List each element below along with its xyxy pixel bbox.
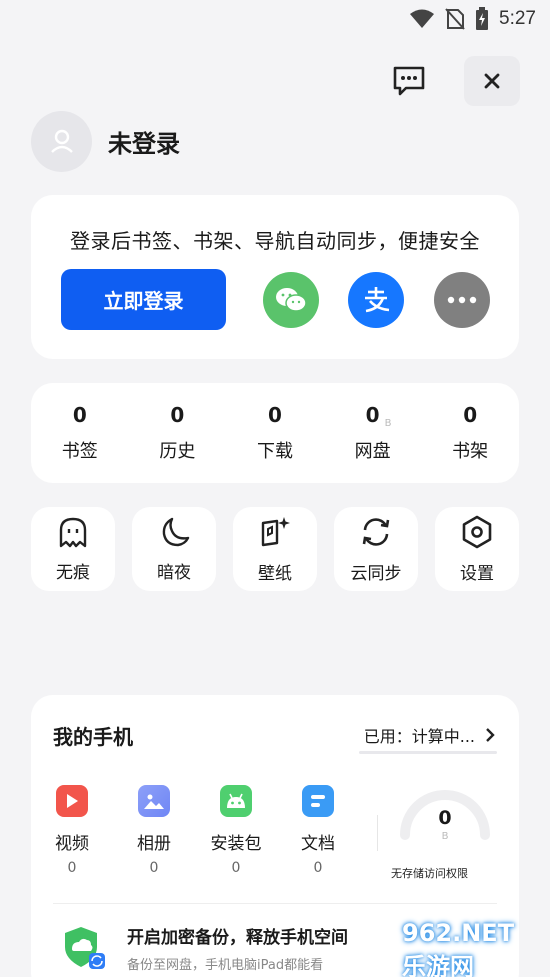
alipay-icon: [365, 287, 390, 313]
category-label: 安装包: [210, 834, 262, 854]
stat-unit: B: [384, 418, 392, 429]
category-label: 视频: [55, 834, 89, 854]
clock: 5:27: [499, 8, 536, 29]
category-label: 文档: [301, 834, 335, 854]
tool-label: 无痕: [56, 562, 90, 583]
sync-icon: [362, 517, 390, 546]
no-storage-permission[interactable]: 无存储访问权限: [391, 865, 468, 881]
tool-label: 壁纸: [258, 563, 292, 584]
category-photos[interactable]: 相册 0: [113, 785, 195, 876]
profile-name[interactable]: 未登录: [108, 124, 180, 159]
stat-label: 书签: [61, 441, 98, 462]
stat-history[interactable]: 0 历史: [129, 383, 227, 483]
stats-card: 0 书签 0 历史 0 下载 0B 网盘 0 书架: [31, 383, 519, 483]
backup-subtitle: 备份至网盘，手机电脑iPad都能看: [127, 958, 324, 973]
stat-bookshelf[interactable]: 0 书架: [421, 383, 519, 483]
more-icon: [447, 296, 477, 304]
moon-icon: [162, 517, 190, 546]
stat-bookmarks[interactable]: 0 书签: [31, 383, 129, 483]
user-icon: [50, 129, 73, 153]
ghost-icon: [59, 517, 87, 547]
watermark-logo: 962.NET 乐游网: [402, 918, 515, 977]
message-button[interactable]: [388, 60, 430, 102]
stat-value: 0: [268, 403, 282, 427]
stat-label: 网盘: [354, 441, 391, 462]
quick-tools: 无痕 暗夜 壁纸 云同步 设置: [31, 507, 519, 591]
category-count: 0: [313, 860, 323, 876]
gauge-value: 0: [438, 807, 452, 829]
category-label: 相册: [137, 834, 171, 854]
storage-progress-bar: [359, 751, 497, 754]
my-phone-title: 我的手机: [53, 725, 133, 749]
divider: [53, 903, 497, 904]
more-login-button[interactable]: [434, 272, 490, 328]
tool-label: 设置: [460, 563, 494, 584]
close-button[interactable]: [464, 56, 520, 106]
divider: [377, 815, 378, 851]
stat-value: 0: [72, 403, 87, 427]
wechat-login-button[interactable]: [263, 272, 319, 328]
cloud-shield-icon: [65, 927, 105, 969]
video-icon: [56, 785, 88, 817]
wallpaper-icon: [261, 516, 290, 546]
profile-header[interactable]: 未登录: [31, 110, 180, 172]
stat-downloads[interactable]: 0 下载: [226, 383, 324, 483]
storage-used-label: 已用：计算中...: [363, 727, 475, 746]
login-tip: 登录后书签、书架、导航自动同步，便捷安全: [70, 229, 480, 253]
tool-label: 暗夜: [157, 562, 191, 583]
wechat-icon: [276, 288, 307, 312]
category-video[interactable]: 视频 0: [31, 785, 113, 876]
stat-value: 0: [365, 403, 380, 427]
no-sim-icon: [445, 8, 465, 30]
stat-label: 书架: [452, 441, 489, 462]
photo-icon: [138, 785, 170, 817]
category-count: 0: [149, 860, 159, 876]
stat-value: 0: [170, 403, 185, 427]
stat-value: 0: [463, 403, 478, 427]
status-bar: 5:27: [0, 0, 550, 38]
category-apk[interactable]: 安装包 0: [195, 785, 277, 876]
gauge-unit: B: [441, 831, 449, 842]
chevron-right-icon: [486, 728, 495, 742]
tool-label: 云同步: [350, 563, 402, 584]
battery-charging-icon: [475, 7, 489, 31]
tool-cloud-sync[interactable]: 云同步: [334, 507, 418, 591]
avatar[interactable]: [31, 110, 92, 172]
category-count: 0: [67, 860, 77, 876]
wifi-icon: [409, 9, 435, 29]
alipay-login-button[interactable]: [348, 272, 404, 328]
tool-settings[interactable]: 设置: [435, 507, 519, 591]
close-icon: [484, 73, 500, 89]
stat-label: 下载: [256, 441, 293, 462]
category-docs[interactable]: 文档 0: [277, 785, 359, 876]
tool-wallpaper[interactable]: 壁纸: [233, 507, 317, 591]
tool-night-mode[interactable]: 暗夜: [132, 507, 216, 591]
login-card: 登录后书签、书架、导航自动同步，便捷安全 立即登录: [31, 195, 519, 359]
android-icon: [220, 785, 252, 817]
storage-gauge: 0 B: [397, 773, 493, 843]
doc-icon: [302, 785, 334, 817]
login-button[interactable]: 立即登录: [61, 269, 226, 330]
tool-incognito[interactable]: 无痕: [31, 507, 115, 591]
stat-cloud-disk[interactable]: 0B 网盘: [324, 383, 422, 483]
backup-title: 开启加密备份，释放手机空间: [127, 928, 348, 948]
top-bar: [0, 56, 550, 106]
stat-label: 历史: [159, 441, 196, 462]
file-categories: 视频 0 相册 0 安装包 0 文档 0: [31, 785, 361, 876]
settings-hexagon-icon: [462, 515, 492, 548]
message-icon: [393, 66, 425, 96]
storage-used[interactable]: 已用：计算中...: [364, 723, 495, 747]
encrypted-backup-promo[interactable]: 开启加密备份，释放手机空间 备份至网盘，手机电脑iPad都能看: [61, 923, 348, 973]
category-count: 0: [231, 860, 241, 876]
